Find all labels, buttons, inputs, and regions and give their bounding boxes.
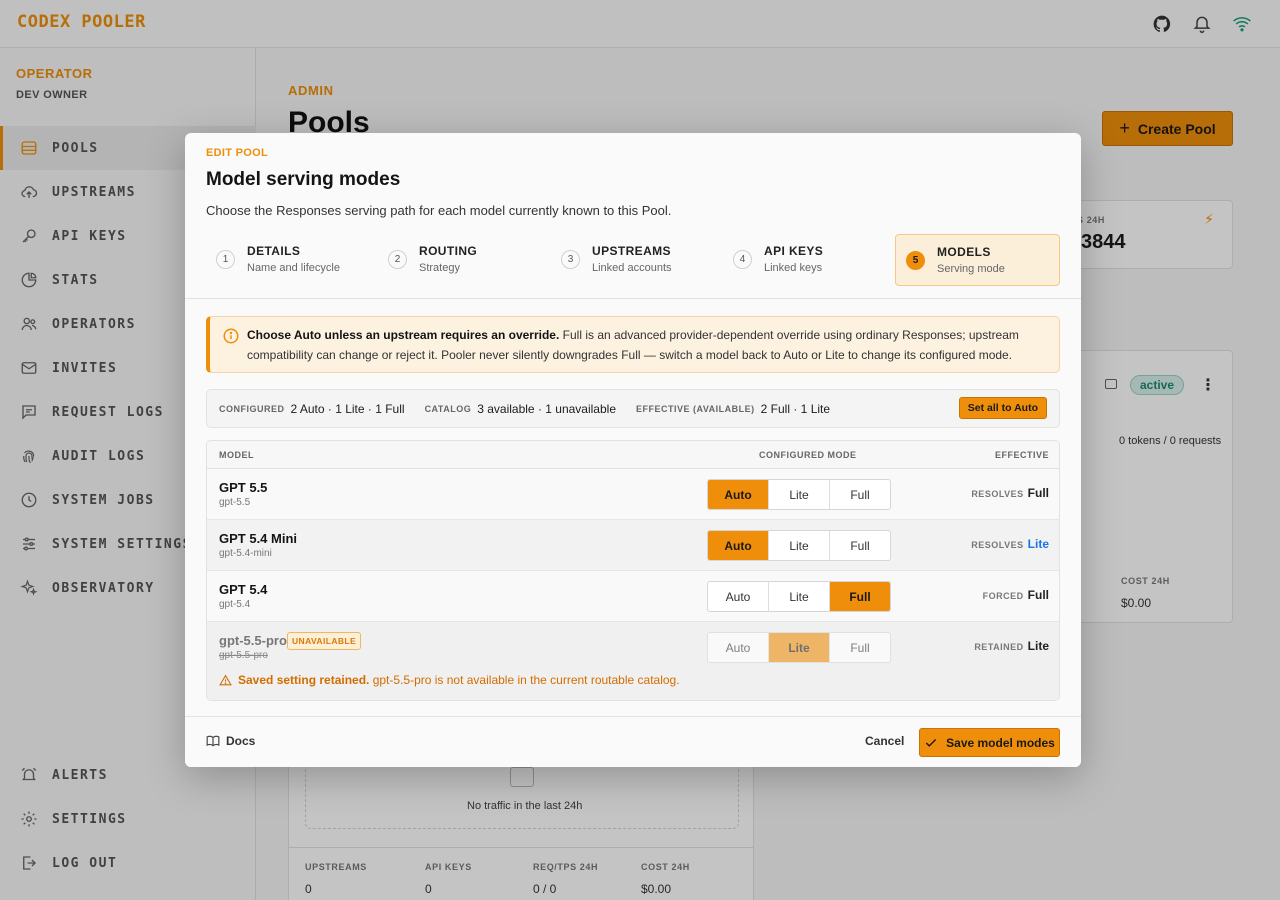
catalog-label: CATALOG: [424, 403, 472, 414]
modal-description: Choose the Responses serving path for ea…: [206, 203, 672, 218]
step-subtitle: Serving mode: [937, 263, 1005, 275]
mode-full[interactable]: Full: [830, 582, 890, 611]
step-subtitle: Linked keys: [764, 262, 823, 274]
effective-value: Lite: [1027, 537, 1049, 551]
model-id: gpt-5.4: [219, 599, 251, 610]
step-title: API KEYS: [764, 244, 824, 258]
model-name: GPT 5.4: [219, 582, 268, 597]
models-table: MODEL CONFIGURED MODE EFFECTIVE GPT 5.5 …: [206, 440, 1060, 701]
step-upstreams[interactable]: 3 UPSTREAMS Linked accounts: [551, 234, 716, 286]
step-title: MODELS: [937, 245, 991, 259]
retained-note: Saved setting retained. gpt-5.5-pro is n…: [219, 673, 680, 687]
effective-mode: FORCED Full: [983, 588, 1049, 602]
mode-auto[interactable]: Auto: [708, 633, 769, 662]
header-configured-mode: CONFIGURED MODE: [759, 450, 857, 460]
step-subtitle: Strategy: [419, 262, 460, 274]
effective-label: RETAINED: [974, 642, 1024, 652]
mode-full[interactable]: Full: [830, 531, 890, 560]
modal-footer: Docs Cancel Save model modes: [185, 716, 1081, 767]
warning-icon: [219, 674, 232, 685]
table-row: GPT 5.4 Mini gpt-5.4-mini Auto Lite Full…: [207, 520, 1059, 571]
effective-label: RESOLVES: [971, 540, 1024, 550]
model-id: gpt-5.4-mini: [219, 548, 272, 559]
step-models[interactable]: 5 MODELS Serving mode: [895, 234, 1060, 286]
step-routing[interactable]: 2 ROUTING Strategy: [378, 234, 543, 286]
check-icon: [925, 738, 937, 747]
mode-toggle: Auto Lite Full: [707, 581, 891, 612]
effective-mode: RESOLVES Lite: [971, 537, 1049, 551]
mode-lite[interactable]: Lite: [769, 480, 830, 509]
override-warning: Choose Auto unless an upstream requires …: [206, 316, 1060, 373]
mode-auto[interactable]: Auto: [708, 531, 769, 560]
mode-full[interactable]: Full: [830, 633, 890, 662]
model-name: GPT 5.4 Mini: [219, 531, 298, 546]
set-all-auto-button[interactable]: Set all to Auto: [958, 397, 1047, 419]
mode-toggle: Auto Lite Full: [707, 632, 891, 663]
header-effective: EFFECTIVE: [994, 450, 1049, 460]
effective-value: Lite: [1027, 639, 1049, 653]
mode-lite[interactable]: Lite: [769, 582, 830, 611]
effective-label: FORCED: [982, 591, 1024, 601]
modal-divider: [185, 298, 1081, 299]
mode-summary: CONFIGURED 2 Auto · 1 Lite · 1 Full CATA…: [206, 389, 1060, 428]
info-icon: [223, 328, 239, 344]
book-icon: [206, 735, 220, 747]
step-number: 4: [733, 250, 752, 269]
cancel-button[interactable]: Cancel: [865, 734, 904, 748]
step-title: DETAILS: [247, 244, 301, 258]
step-title: ROUTING: [419, 244, 478, 258]
step-api-keys[interactable]: 4 API KEYS Linked keys: [723, 234, 888, 286]
step-subtitle: Linked accounts: [592, 262, 672, 274]
model-name: gpt-5.5-pro: [219, 633, 287, 648]
step-subtitle: Name and lifecycle: [247, 262, 340, 274]
model-id: gpt-5.5-pro: [219, 650, 268, 661]
edit-pool-modal: EDIT POOL Model serving modes Choose the…: [185, 133, 1081, 767]
step-number: 2: [388, 250, 407, 269]
header-model: MODEL: [219, 450, 254, 460]
note-text: gpt-5.5-pro is not available in the curr…: [369, 673, 680, 687]
mode-toggle: Auto Lite Full: [707, 530, 891, 561]
step-details[interactable]: 1 DETAILS Name and lifecycle: [206, 234, 371, 286]
table-row: gpt-5.5-pro UNAVAILABLE gpt-5.5-pro Auto…: [207, 622, 1059, 700]
step-title: UPSTREAMS: [592, 244, 671, 258]
docs-link[interactable]: Docs: [206, 734, 255, 748]
wizard-steps: 1 DETAILS Name and lifecycle 2 ROUTING S…: [206, 234, 1060, 286]
docs-label: Docs: [226, 734, 256, 748]
effective-value: Full: [1027, 486, 1049, 500]
effective-value: Full: [1027, 588, 1049, 602]
catalog-value: 3 available · 1 unavailable: [477, 401, 616, 416]
unavailable-badge: UNAVAILABLE: [287, 632, 362, 650]
note-bold: Saved setting retained.: [238, 673, 370, 687]
model-id: gpt-5.5: [219, 497, 251, 508]
warning-bold: Choose Auto unless an upstream requires …: [247, 328, 560, 342]
modal-eyebrow: EDIT POOL: [206, 147, 268, 159]
table-header: MODEL CONFIGURED MODE EFFECTIVE: [207, 441, 1059, 469]
table-row: GPT 5.5 gpt-5.5 Auto Lite Full RESOLVES F…: [207, 469, 1059, 520]
save-model-modes-button[interactable]: Save model modes: [919, 728, 1060, 757]
step-number: 3: [561, 250, 580, 269]
step-number: 1: [216, 250, 235, 269]
mode-auto[interactable]: Auto: [708, 582, 769, 611]
model-name: GPT 5.5: [219, 480, 268, 495]
mode-lite[interactable]: Lite: [769, 633, 830, 662]
table-row: GPT 5.4 gpt-5.4 Auto Lite Full FORCED Ful…: [207, 571, 1059, 622]
effective-mode: RESOLVES Full: [971, 486, 1049, 500]
effective-label: RESOLVES: [971, 489, 1024, 499]
effective-mode: RETAINED Lite: [974, 639, 1049, 653]
effective-label: EFFECTIVE (AVAILABLE): [636, 403, 755, 414]
save-label: Save model modes: [946, 735, 1055, 750]
step-number: 5: [906, 251, 925, 270]
modal-title: Model serving modes: [206, 169, 401, 190]
mode-lite[interactable]: Lite: [769, 531, 830, 560]
effective-value: 2 Full · 1 Lite: [760, 401, 831, 416]
mode-full[interactable]: Full: [830, 480, 890, 509]
mode-auto[interactable]: Auto: [708, 480, 769, 509]
configured-value: 2 Auto · 1 Lite · 1 Full: [290, 401, 405, 416]
mode-toggle: Auto Lite Full: [707, 479, 891, 510]
configured-label: CONFIGURED: [219, 403, 285, 414]
